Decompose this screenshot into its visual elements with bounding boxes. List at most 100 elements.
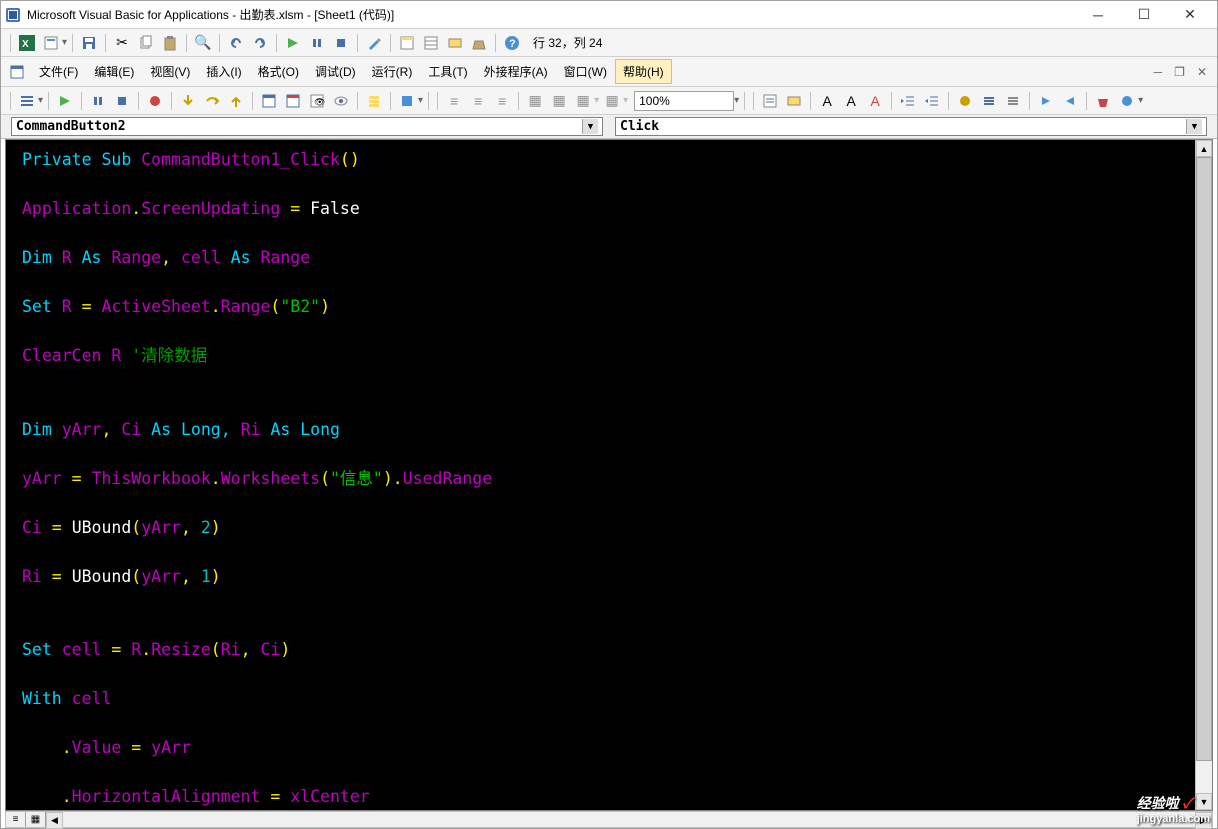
locals-window-icon[interactable]	[258, 90, 280, 112]
step-out-icon[interactable]	[225, 90, 247, 112]
record-macro-icon[interactable]	[1116, 90, 1138, 112]
step-into-icon[interactable]	[177, 90, 199, 112]
cut-icon[interactable]: ✂	[111, 32, 133, 54]
excel-icon[interactable]: X	[16, 32, 38, 54]
dropdown-arrow[interactable]: ▾	[62, 37, 67, 48]
dropdown-arrow: ▾	[623, 95, 628, 106]
align-right-icon: ≡	[491, 90, 513, 112]
complete-word-icon[interactable]: A	[816, 90, 838, 112]
dropdown-arrow[interactable]: ▾	[38, 95, 43, 106]
mdi-restore[interactable]: ❐	[1170, 63, 1189, 81]
run-icon[interactable]	[282, 32, 304, 54]
indent-icon[interactable]	[897, 90, 919, 112]
dropdown-arrow[interactable]: ▾	[1138, 95, 1143, 106]
reset-icon[interactable]	[330, 32, 352, 54]
separator	[744, 92, 745, 110]
mdi-close[interactable]: ✕	[1193, 63, 1211, 81]
menu-addins[interactable]: 外接程序(A)	[476, 59, 556, 84]
separator	[357, 92, 358, 110]
toggle-bookmark-icon[interactable]	[954, 90, 976, 112]
menu-tools[interactable]: 工具(T)	[420, 59, 475, 84]
paste-icon[interactable]	[159, 32, 181, 54]
menu-file[interactable]: 文件(F)	[31, 59, 86, 84]
project-explorer-icon[interactable]	[396, 32, 418, 54]
watch-window-icon[interactable]: 👁	[306, 90, 328, 112]
list-properties-icon[interactable]	[16, 90, 38, 112]
call-stack-icon[interactable]	[363, 90, 385, 112]
scroll-left-button[interactable]: ◀	[46, 812, 63, 829]
procedure-view-button[interactable]: ≡	[6, 812, 26, 827]
separator	[1029, 92, 1030, 110]
redo-icon[interactable]	[249, 32, 271, 54]
mdi-minimize[interactable]: ─	[1150, 63, 1167, 81]
menu-insert[interactable]: 插入(I)	[198, 59, 249, 84]
immediate-window-icon[interactable]	[282, 90, 304, 112]
dropdown-arrow[interactable]: ▾	[418, 95, 423, 106]
quick-watch-icon[interactable]	[330, 90, 352, 112]
watermark-url: jingyanla.com	[1137, 813, 1210, 825]
minimize-button[interactable]: ─	[1075, 2, 1121, 28]
separator	[138, 92, 139, 110]
break-icon[interactable]	[306, 32, 328, 54]
scroll-track[interactable]	[1196, 157, 1212, 793]
compile-icon[interactable]	[396, 90, 418, 112]
menu-debug[interactable]: 调试(D)	[307, 59, 364, 84]
dropdown-arrow: ▾	[594, 95, 599, 106]
scroll-thumb[interactable]	[1196, 157, 1212, 761]
uncomment-block-icon[interactable]	[1002, 90, 1024, 112]
watermark-text: 经验啦	[1137, 795, 1179, 811]
outdent-icon[interactable]	[921, 90, 943, 112]
comment-block-icon[interactable]	[978, 90, 1000, 112]
clear-bookmarks-icon[interactable]	[1092, 90, 1114, 112]
chevron-down-icon[interactable]: ▼	[582, 119, 598, 134]
stop2-icon[interactable]	[111, 90, 133, 112]
properties-icon[interactable]	[420, 32, 442, 54]
separator	[495, 34, 496, 52]
help-icon[interactable]: ?	[501, 32, 523, 54]
insert-module-icon[interactable]	[40, 32, 62, 54]
pause2-icon[interactable]	[87, 90, 109, 112]
find-icon[interactable]: 🔍	[192, 32, 214, 54]
separator	[1086, 92, 1087, 110]
next-bookmark-icon[interactable]	[1035, 90, 1057, 112]
zoom-input[interactable]	[634, 91, 734, 111]
run-sub-icon[interactable]	[54, 90, 76, 112]
app-icon	[5, 7, 21, 23]
menu-edit[interactable]: 编辑(E)	[86, 59, 142, 84]
quick-info2-icon[interactable]: A	[864, 90, 886, 112]
object-combo[interactable]: CommandButton2 ▼	[11, 117, 603, 136]
toolbox-icon[interactable]	[468, 32, 490, 54]
scroll-up-button[interactable]: ▲	[1196, 140, 1212, 157]
parameter-info-icon[interactable]	[783, 90, 805, 112]
chevron-down-icon[interactable]: ▼	[1186, 119, 1202, 134]
separator	[390, 34, 391, 52]
vertical-scrollbar[interactable]: ▲ ▼	[1195, 140, 1212, 810]
code-editor[interactable]: Private Sub CommandButton1_Click() Appli…	[6, 140, 1195, 810]
toggle-breakpoint-icon[interactable]	[144, 90, 166, 112]
close-button[interactable]: ✕	[1167, 2, 1213, 28]
menu-window[interactable]: 窗口(W)	[556, 59, 615, 84]
ungroup-icon: ▦	[548, 90, 570, 112]
save-icon[interactable]	[78, 32, 100, 54]
menu-help[interactable]: 帮助(H)	[615, 59, 672, 84]
system-menu-icon[interactable]	[7, 62, 27, 82]
undo-icon[interactable]	[225, 32, 247, 54]
copy-icon[interactable]	[135, 32, 157, 54]
step-over-icon[interactable]	[201, 90, 223, 112]
procedure-combo[interactable]: Click ▼	[615, 117, 1207, 136]
design-mode-icon[interactable]	[363, 32, 385, 54]
menu-view[interactable]: 视图(V)	[142, 59, 198, 84]
dropdown-arrow[interactable]: ▾	[734, 95, 739, 106]
maximize-button[interactable]: ☐	[1121, 2, 1167, 28]
menu-run[interactable]: 运行(R)	[364, 59, 421, 84]
list-members-icon[interactable]	[759, 90, 781, 112]
object-browser-icon[interactable]	[444, 32, 466, 54]
menu-format[interactable]: 格式(O)	[250, 59, 307, 84]
hscroll-track[interactable]	[63, 812, 1195, 827]
separator	[48, 92, 49, 110]
cursor-position: 行 32，列 24	[533, 34, 602, 51]
separator	[252, 92, 253, 110]
quick-info-icon[interactable]: A	[840, 90, 862, 112]
full-module-view-button[interactable]: ▦	[26, 812, 46, 827]
prev-bookmark-icon[interactable]	[1059, 90, 1081, 112]
